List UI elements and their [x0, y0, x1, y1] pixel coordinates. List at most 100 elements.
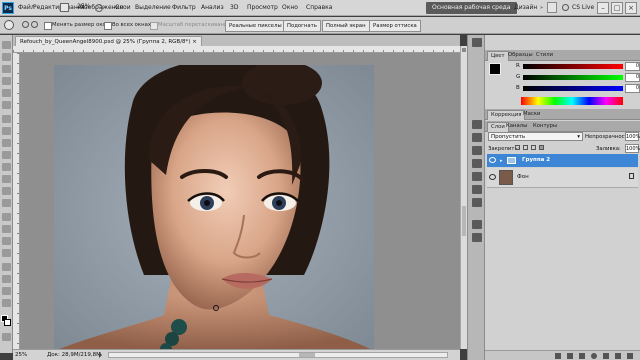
marquee-tool-icon[interactable] [2, 53, 11, 61]
menu-help[interactable]: Справка [306, 4, 332, 11]
status-menu-arrow-icon[interactable] [99, 352, 102, 358]
workspace-more-icon[interactable]: » [540, 5, 543, 11]
channel-r-value[interactable]: 0 [625, 62, 640, 71]
opacity-field[interactable]: 100% [625, 132, 640, 141]
layer-name-background[interactable]: Фон [517, 174, 529, 180]
eye-icon[interactable] [489, 157, 496, 163]
add-mask-icon[interactable] [579, 353, 585, 359]
color-spectrum-ramp[interactable] [521, 97, 623, 105]
actions-panel-icon[interactable] [472, 159, 482, 168]
rotate-view-icon[interactable] [95, 4, 103, 12]
lock-position-icon[interactable] [531, 145, 536, 150]
zoom-level-menu[interactable]: 25% [77, 3, 90, 10]
hand-tool-icon[interactable] [60, 3, 69, 12]
info-panel-icon[interactable] [472, 146, 482, 155]
paragraph-panel-icon[interactable] [472, 198, 482, 207]
clone-source-panel-icon[interactable] [472, 220, 482, 229]
menu-filter[interactable]: Фильтр [172, 4, 196, 11]
ruler-vertical[interactable] [13, 53, 20, 349]
fill-screen-button[interactable]: Полный экран [322, 20, 370, 32]
menu-view[interactable]: Просмотр [247, 4, 278, 11]
menu-select[interactable]: Выделение [135, 4, 171, 11]
navigator-panel-icon[interactable] [472, 120, 482, 129]
lasso-tool-icon[interactable] [2, 65, 11, 73]
quick-select-tool-icon[interactable] [2, 77, 11, 85]
3d-rotate-tool-icon[interactable] [2, 263, 11, 271]
channel-r-slider[interactable] [523, 64, 623, 69]
ruler-horizontal[interactable] [13, 46, 460, 53]
vertical-scrollbar[interactable] [460, 46, 467, 349]
layer-name-group2[interactable]: Группа 2 [522, 157, 550, 163]
zoom-tool-icon[interactable] [2, 299, 11, 307]
link-layers-icon[interactable] [555, 353, 561, 359]
tab-swatches[interactable]: Образцы [505, 51, 536, 60]
lock-transparency-icon[interactable] [515, 145, 520, 150]
hand-tool-icon[interactable] [2, 287, 11, 295]
status-zoom[interactable]: 25% [15, 352, 27, 358]
character-panel-icon[interactable] [472, 185, 482, 194]
workspace-essentials-button[interactable]: Основная рабочая среда [426, 2, 517, 14]
crop-tool-icon[interactable] [2, 89, 11, 97]
cslive-link[interactable]: CS Live [572, 4, 594, 11]
menu-layers[interactable]: Слои [115, 4, 131, 11]
maximize-button[interactable]: □ [611, 2, 623, 14]
brush-presets-panel-icon[interactable] [472, 172, 482, 181]
quick-mask-icon[interactable] [2, 333, 11, 341]
panel-foreground-swatch[interactable] [489, 63, 501, 75]
layer-row-group2[interactable]: ▸ Группа 2 [487, 154, 638, 167]
channel-g-value[interactable]: 0 [625, 73, 640, 82]
channel-g-slider[interactable] [523, 75, 623, 80]
fill-field[interactable]: 100% [625, 144, 640, 153]
gradient-tool-icon[interactable] [2, 175, 11, 183]
history-panel-icon[interactable] [472, 38, 482, 47]
zoom-out-icon[interactable] [31, 21, 38, 28]
brush-tool-icon[interactable] [2, 127, 11, 135]
lock-pixels-icon[interactable] [523, 145, 528, 150]
eye-icon[interactable] [489, 174, 496, 180]
adjustment-layer-icon[interactable] [591, 353, 597, 359]
zoom-tool-icon[interactable] [4, 20, 14, 30]
healing-brush-tool-icon[interactable] [2, 115, 11, 123]
tab-masks[interactable]: Маски [520, 110, 543, 119]
dodge-tool-icon[interactable] [2, 199, 11, 207]
close-window-button[interactable]: × [625, 2, 637, 14]
tool-presets-panel-icon[interactable] [472, 233, 482, 242]
menu-analysis[interactable]: Анализ [201, 4, 224, 11]
portrait-photo[interactable] [54, 65, 374, 351]
blend-mode-select[interactable]: Пропустить ▾ [488, 132, 583, 141]
channel-b-slider[interactable] [523, 86, 623, 91]
move-tool-icon[interactable] [2, 41, 11, 49]
menu-window[interactable]: Окно [282, 4, 298, 11]
workspace-design-link[interactable]: Дизайн [514, 4, 537, 11]
actual-pixels-button[interactable]: Реальные пикселы [225, 20, 286, 32]
vertical-scroll-thumb[interactable] [462, 206, 466, 236]
resize-windows-checkbox[interactable] [44, 22, 52, 30]
path-select-tool-icon[interactable] [2, 237, 11, 245]
fit-screen-button[interactable]: Подогнать [283, 20, 321, 32]
3d-orbit-tool-icon[interactable] [2, 275, 11, 283]
clone-stamp-tool-icon[interactable] [2, 139, 11, 147]
new-layer-icon[interactable] [615, 353, 621, 359]
print-size-button[interactable]: Размер оттиска [369, 20, 421, 32]
horizontal-scroll-thumb[interactable] [299, 353, 315, 357]
new-group-icon[interactable] [603, 353, 609, 359]
trash-icon[interactable] [627, 353, 633, 359]
pen-tool-icon[interactable] [2, 213, 11, 221]
shape-tool-icon[interactable] [2, 249, 11, 257]
menu-3d[interactable]: 3D [230, 4, 238, 11]
background-color-swatch[interactable] [4, 319, 11, 326]
tab-paths[interactable]: Контуры [530, 122, 560, 131]
zoom-in-icon[interactable] [22, 21, 29, 28]
tab-channels[interactable]: Каналы [503, 122, 530, 131]
histogram-panel-icon[interactable] [472, 133, 482, 142]
minimize-button[interactable]: – [597, 2, 609, 14]
scrubby-zoom-checkbox[interactable] [150, 22, 158, 30]
workspace-menu-icon[interactable] [547, 2, 557, 13]
eyedropper-tool-icon[interactable] [2, 101, 11, 109]
eraser-tool-icon[interactable] [2, 163, 11, 171]
horizontal-scrollbar[interactable] [108, 352, 448, 358]
history-brush-tool-icon[interactable] [2, 151, 11, 159]
scroll-up-icon[interactable] [462, 48, 466, 52]
lock-all-icon[interactable] [539, 145, 544, 150]
expand-arrow-icon[interactable]: ▸ [500, 158, 503, 164]
